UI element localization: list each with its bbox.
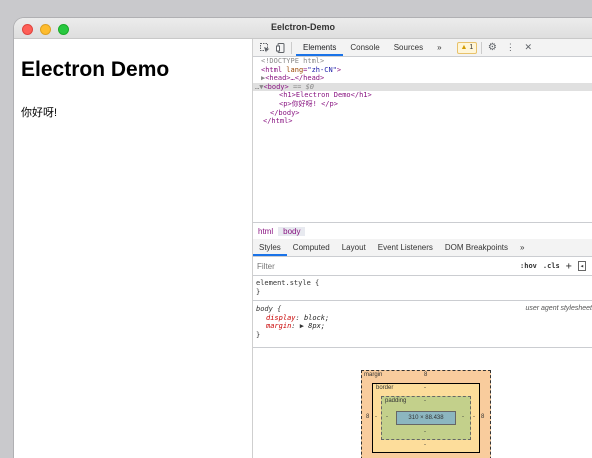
padding-label: padding [385, 398, 407, 404]
margin-label: margin [364, 372, 383, 378]
dom-html-close[interactable]: </html> [253, 117, 592, 126]
hov-toggle[interactable]: :hov [520, 262, 537, 270]
element-style-rule: element.style { } [253, 279, 592, 301]
html-close-tag: </html> [263, 117, 293, 126]
tab-computed[interactable]: Computed [287, 239, 336, 256]
devtools-toolbar: Elements Console Sources » ▲ 1 ⚙ ⋮ ✕ [253, 39, 592, 57]
app-window: Eelctron-Demo Electron Demo 你好呀! Element… [14, 18, 592, 458]
page-heading: Electron Demo [21, 58, 170, 81]
dom-head[interactable]: ▶<head>…</head> [253, 74, 592, 83]
margin-left-value[interactable]: 8 [366, 414, 369, 420]
border-label: border [376, 385, 394, 391]
html-tag: <html [261, 65, 283, 74]
styles-filter-bar: :hov .cls + ◂ [253, 257, 592, 276]
body-style-rule: body { user agent stylesheet display: bl… [253, 305, 592, 348]
body-rule-close: } [256, 330, 261, 339]
padding-top-value[interactable]: - [424, 398, 426, 404]
border-left-value[interactable]: - [375, 414, 377, 420]
selected-marker: == $0 [292, 82, 315, 91]
new-rule-icon[interactable]: + [566, 261, 572, 272]
more-subtabs-button[interactable]: » [514, 239, 530, 256]
dom-tree: <!DOCTYPE html> <html lang="zh-CN"> ▶<he… [253, 57, 592, 219]
more-options-icon[interactable]: ⋮ [504, 42, 516, 54]
border-top-value[interactable]: - [424, 385, 426, 391]
dom-html-open[interactable]: <html lang="zh-CN"> [253, 66, 592, 75]
breadcrumb-html[interactable]: html [253, 227, 278, 236]
lang-value: "zh-CN" [307, 65, 337, 74]
display-value: block; [303, 313, 330, 322]
window-title: Eelctron-Demo [270, 22, 335, 32]
margin-value: 8px; [308, 322, 326, 331]
gear-icon[interactable]: ⚙ [486, 42, 498, 54]
box-model-border: border - - - - padding - - - - 310 × 88.… [372, 383, 480, 453]
tab-sources[interactable]: Sources [387, 39, 430, 56]
body-close-tag: </body> [270, 108, 300, 117]
border-right-value[interactable]: - [473, 414, 475, 420]
title-bar[interactable]: Eelctron-Demo [14, 18, 592, 39]
filter-input[interactable] [257, 259, 521, 273]
more-tabs-button[interactable]: » [430, 39, 448, 56]
computed-sidebar-icon[interactable]: ◂ [577, 261, 586, 271]
device-toggle-icon[interactable] [275, 42, 287, 54]
display-declaration: display: block; [266, 313, 330, 322]
close-icon[interactable]: ✕ [522, 42, 534, 54]
margin-top-value[interactable]: 8 [424, 372, 427, 378]
cls-toggle[interactable]: .cls [543, 262, 560, 270]
margin-right-value[interactable]: 8 [481, 414, 484, 420]
box-model-diagram: margin 8 8 8 8 border - - - - padding - … [361, 370, 491, 458]
tab-console[interactable]: Console [343, 39, 386, 56]
devtools-panel: Elements Console Sources » ▲ 1 ⚙ ⋮ ✕ <!D… [252, 39, 592, 458]
head-tag: <head>…</head> [265, 74, 325, 83]
padding-left-value[interactable]: - [386, 414, 388, 420]
dom-h1[interactable]: <h1>Electron Demo</h1> [253, 91, 592, 100]
styles-subtabs: Styles Computed Layout Event Listeners D… [253, 239, 592, 257]
breadcrumb: html body [253, 222, 592, 240]
padding-bottom-value[interactable]: - [424, 429, 426, 435]
box-model-content[interactable]: 310 × 88.438 [396, 411, 456, 425]
element-style-selector[interactable]: element.style { [256, 279, 592, 288]
box-model-padding: padding - - - - 310 × 88.438 [381, 396, 471, 440]
doctype-text: <!DOCTYPE html> [261, 57, 325, 65]
display-prop: display [266, 313, 296, 322]
element-style-close: } [256, 287, 261, 296]
tab-layout[interactable]: Layout [336, 239, 372, 256]
breadcrumb-body[interactable]: body [278, 226, 306, 236]
dom-p[interactable]: <p>你好呀! </p> [253, 100, 592, 109]
toolbar-divider [291, 41, 292, 54]
dom-body-open[interactable]: …▼<body> == $0 [253, 82, 592, 92]
dom-body-close[interactable]: </body> [253, 109, 592, 118]
page-content: Electron Demo 你好呀! [14, 39, 252, 458]
margin-declaration: margin: ▶ 8px; [266, 322, 326, 331]
inspect-element-icon[interactable] [259, 42, 271, 54]
lang-attr: lang [286, 65, 304, 74]
warning-count: 1 [469, 43, 474, 51]
margin-prop: margin [266, 322, 292, 331]
h1-tag: <h1>Electron Demo</h1> [279, 91, 372, 100]
tab-dom-breakpoints[interactable]: DOM Breakpoints [439, 239, 514, 256]
style-source-label: user agent stylesheet [525, 305, 592, 312]
warning-icon: ▲ [460, 43, 468, 51]
tab-event-listeners[interactable]: Event Listeners [372, 239, 439, 256]
dom-doctype[interactable]: <!DOCTYPE html> [253, 57, 592, 66]
page-paragraph: 你好呀! [21, 107, 58, 119]
body-tag: <body> [263, 82, 289, 91]
toolbar-divider [481, 41, 483, 54]
tab-elements[interactable]: Elements [296, 39, 344, 56]
border-bottom-value[interactable]: - [424, 442, 426, 448]
padding-right-value[interactable]: - [462, 414, 464, 420]
expand-arrow-icon[interactable]: ▶ [300, 322, 304, 330]
p-tag: <p>你好呀! </p> [279, 99, 338, 108]
warnings-badge[interactable]: ▲ 1 [456, 41, 478, 54]
tab-styles[interactable]: Styles [253, 239, 287, 256]
